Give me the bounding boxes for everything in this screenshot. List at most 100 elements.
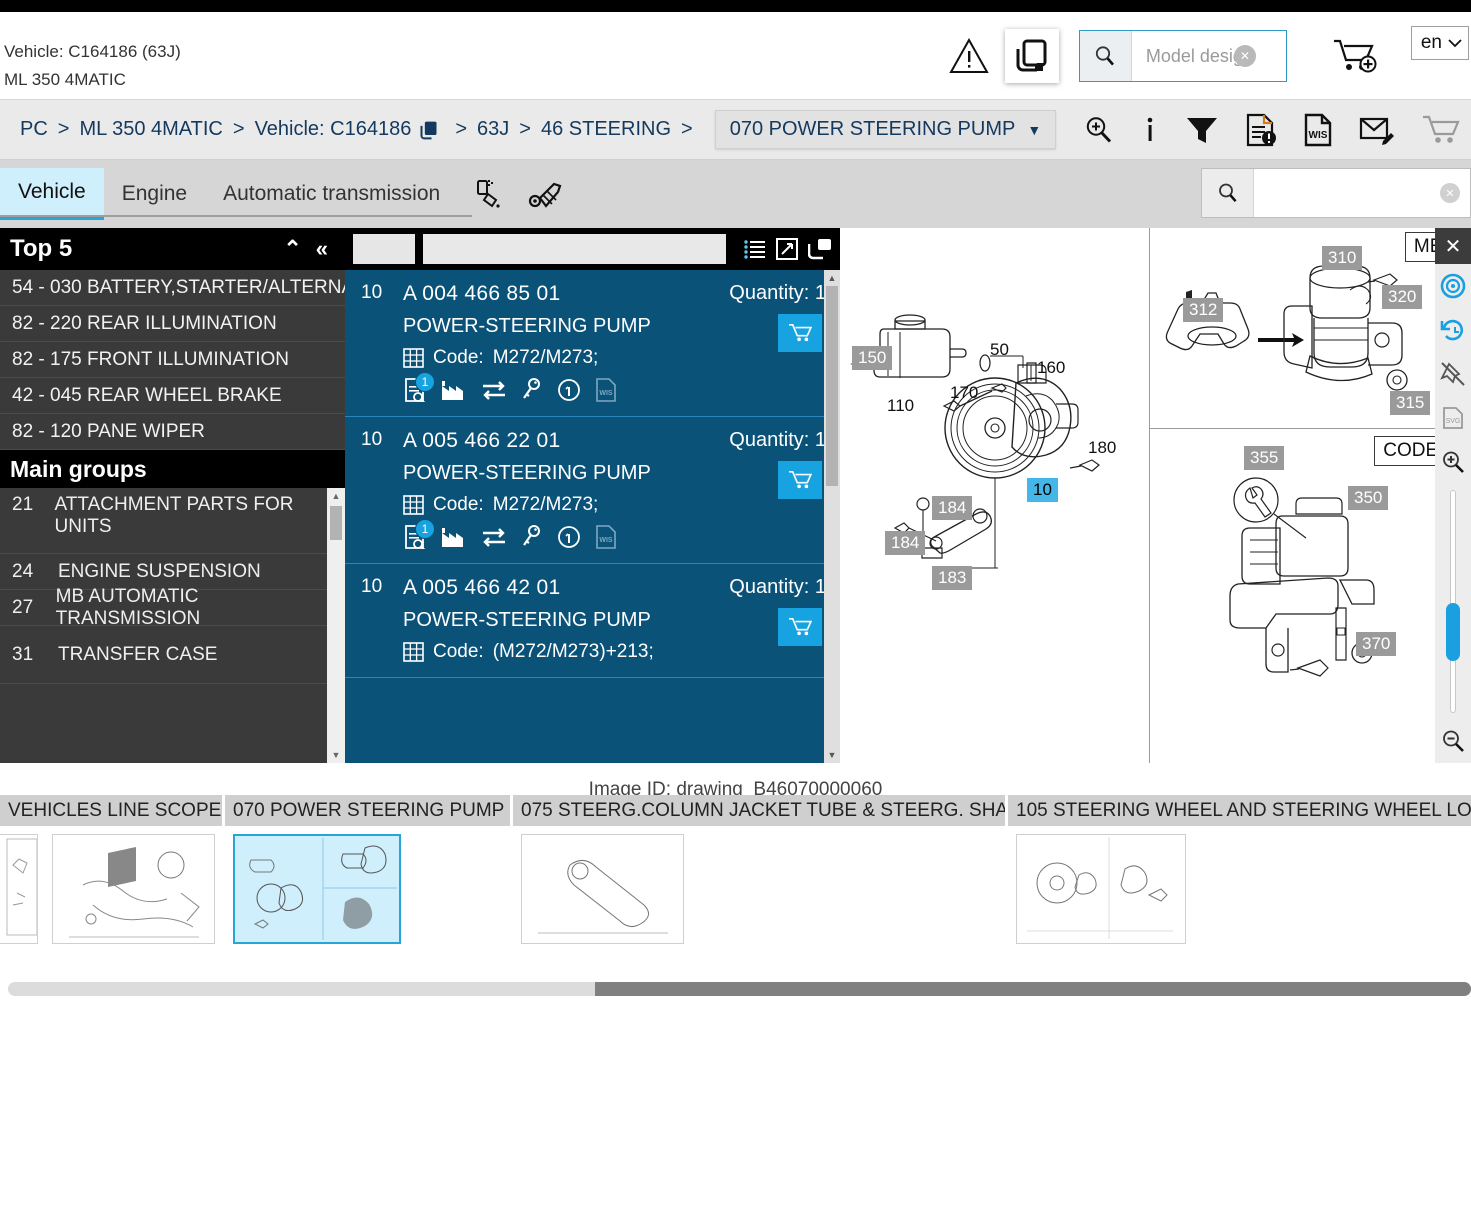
table-grid-icon[interactable] xyxy=(403,642,424,662)
drawing-pane-left[interactable]: 150 110 50 160 170 180 10 184 184 183 xyxy=(840,228,1150,763)
drawing-viewport[interactable]: 150 110 50 160 170 180 10 184 184 183 xyxy=(840,228,1471,763)
tab-vehicle[interactable]: Vehicle xyxy=(0,168,104,220)
warning-triangle-icon[interactable] xyxy=(941,28,997,84)
global-search-input-wrap[interactable]: ✕ xyxy=(1254,169,1470,217)
table-grid-icon[interactable] xyxy=(403,348,424,368)
thumb-group-header-steering-column[interactable]: 075 STEERG.COLUMN JACKET TUBE & STEERG. … xyxy=(513,795,1008,826)
tab-automatic-transmission[interactable]: Automatic transmission xyxy=(205,168,458,220)
list-view-icon[interactable] xyxy=(744,239,766,259)
top5-item-1[interactable]: 82 - 220 REAR ILLUMINATION xyxy=(0,306,345,342)
breadcrumb-item-63j[interactable]: 63J xyxy=(477,118,509,141)
wis-icon[interactable]: WIS xyxy=(595,525,617,549)
breadcrumb-item-pc[interactable]: PC xyxy=(20,118,48,141)
thumb-group-header-steering-wheel[interactable]: 105 STEERING WHEEL AND STEERING WHEEL LO… xyxy=(1008,795,1471,826)
parts-filter-input[interactable] xyxy=(423,234,726,264)
thumbnail-card[interactable] xyxy=(52,834,215,944)
thumb-group-header-power-steering-pump[interactable]: 070 POWER STEERING PUMP xyxy=(225,795,513,826)
drawing-pane-right[interactable]: 310 320 312 315 355 350 370 ME ( CODE 9 xyxy=(1150,228,1471,763)
part-number[interactable]: A 004 466 85 01 xyxy=(403,282,560,306)
close-icon[interactable]: ✕ xyxy=(1435,228,1471,264)
parts-list-scrollbar[interactable]: ▲ ▼ xyxy=(824,270,840,763)
horizontal-scrollbar[interactable] xyxy=(0,982,1471,996)
factory-icon[interactable] xyxy=(441,526,467,548)
zoom-slider-track[interactable] xyxy=(1450,490,1456,713)
breadcrumb-item-vehicle[interactable]: Vehicle: C164186 xyxy=(255,118,412,141)
info-circle-icon[interactable] xyxy=(557,525,581,549)
key-icon[interactable] xyxy=(521,378,543,402)
double-chevron-left-icon[interactable]: « xyxy=(309,236,335,262)
thumb-group-header-vehicles-line-scope[interactable]: VEHICLES LINE SCOPE xyxy=(0,795,225,826)
part-row[interactable]: 10 A 005 466 42 01 Quantity: 1 POWER-STE… xyxy=(345,564,840,678)
filter-funnel-icon[interactable] xyxy=(1185,114,1219,146)
thumbnail-card-selected[interactable] xyxy=(233,834,401,944)
add-to-cart-button[interactable] xyxy=(778,461,822,499)
model-design-input-wrap[interactable]: Model design ✕ xyxy=(1132,31,1286,81)
chevron-up-icon[interactable]: ⌃ xyxy=(276,236,308,262)
scroll-down-icon[interactable]: ▼ xyxy=(327,747,345,763)
part-row[interactable]: 10 A 005 466 22 01 Quantity: 1 POWER-STE… xyxy=(345,417,840,564)
parts-list-body[interactable]: 10 A 004 466 85 01 Quantity: 1 POWER-STE… xyxy=(345,270,840,763)
top5-item-3[interactable]: 42 - 045 REAR WHEEL BRAKE xyxy=(0,378,345,414)
zoom-slider-handle[interactable] xyxy=(1446,603,1460,661)
wis-icon[interactable]: WIS xyxy=(595,378,617,402)
expand-icon[interactable] xyxy=(776,238,798,260)
zoom-in-icon[interactable] xyxy=(1435,440,1471,484)
model-design-search[interactable]: Model design ✕ xyxy=(1079,30,1287,82)
wis-document-icon[interactable]: WIS xyxy=(1303,113,1333,147)
main-group-item-27[interactable]: 27 MB AUTOMATIC TRANSMISSION xyxy=(0,590,345,626)
zoom-in-icon[interactable] xyxy=(1083,114,1115,146)
global-search-input[interactable] xyxy=(1254,169,1470,217)
add-to-cart-button[interactable] xyxy=(778,608,822,646)
svg-export-icon[interactable]: SVG xyxy=(1435,396,1471,440)
scrollbar-thumb[interactable] xyxy=(826,286,838,486)
cart-icon[interactable] xyxy=(1421,114,1461,146)
scroll-up-icon[interactable]: ▲ xyxy=(824,270,840,286)
breadcrumb-item-steering[interactable]: 46 STEERING xyxy=(541,118,671,141)
target-hotspot-icon[interactable] xyxy=(1435,264,1471,308)
info-circle-icon[interactable] xyxy=(557,378,581,402)
scroll-down-icon[interactable]: ▼ xyxy=(824,747,840,763)
document-alert-icon[interactable] xyxy=(1245,113,1277,147)
breadcrumb-item-model[interactable]: ML 350 4MATIC xyxy=(79,118,222,141)
detach-window-icon[interactable] xyxy=(808,238,832,260)
language-select[interactable]: en xyxy=(1411,26,1469,60)
key-icon[interactable] xyxy=(521,525,543,549)
top5-item-2[interactable]: 82 - 175 FRONT ILLUMINATION xyxy=(0,342,345,378)
part-number[interactable]: A 005 466 22 01 xyxy=(403,429,560,453)
thumbnail-card[interactable] xyxy=(521,834,684,944)
main-groups-scrollbar[interactable]: ▲ ▼ xyxy=(327,488,345,763)
exchange-arrows-icon[interactable] xyxy=(481,526,507,548)
zoom-out-icon[interactable] xyxy=(1435,719,1471,763)
scrollbar-thumb[interactable] xyxy=(595,982,1471,996)
clear-icon[interactable]: ✕ xyxy=(1440,183,1460,203)
top5-item-0[interactable]: 54 - 030 BATTERY,STARTER/ALTERNAT... xyxy=(0,270,345,306)
scroll-up-icon[interactable]: ▲ xyxy=(327,488,345,504)
unpin-icon[interactable] xyxy=(1435,352,1471,396)
scrollbar-thumb[interactable] xyxy=(330,506,342,540)
part-number[interactable]: A 005 466 42 01 xyxy=(403,576,560,600)
copy-documents-icon[interactable] xyxy=(1005,29,1059,83)
oil-can-icon[interactable] xyxy=(474,177,508,211)
info-icon[interactable] xyxy=(1141,114,1159,146)
main-group-item-21[interactable]: 21 ATTACHMENT PARTS FOR UNITS xyxy=(0,488,345,554)
callout-10-highlight[interactable]: 10 xyxy=(1027,478,1058,502)
thumbnail-card[interactable] xyxy=(0,834,38,944)
top5-item-4[interactable]: 82 - 120 PANE WIPER xyxy=(0,414,345,450)
history-undo-icon[interactable] xyxy=(1435,308,1471,352)
breadcrumb-copy-icon[interactable] xyxy=(411,120,445,140)
tab-engine[interactable]: Engine xyxy=(104,168,205,220)
cart-add-icon[interactable] xyxy=(1327,37,1383,75)
table-grid-icon[interactable] xyxy=(403,495,424,515)
tool-bolt-icon[interactable] xyxy=(528,177,564,211)
breadcrumb-active-dropdown[interactable]: 070 POWER STEERING PUMP ▼ xyxy=(715,110,1056,149)
clear-icon[interactable]: ✕ xyxy=(1234,45,1256,67)
global-search[interactable]: ✕ xyxy=(1201,168,1471,218)
parts-header-left-box[interactable] xyxy=(353,234,415,264)
zoom-slider[interactable] xyxy=(1446,490,1460,713)
exchange-arrows-icon[interactable] xyxy=(481,379,507,401)
add-to-cart-button[interactable] xyxy=(778,314,822,352)
factory-icon[interactable] xyxy=(441,379,467,401)
main-group-item-31[interactable]: 31 TRANSFER CASE xyxy=(0,626,345,684)
part-row[interactable]: 10 A 004 466 85 01 Quantity: 1 POWER-STE… xyxy=(345,270,840,417)
thumbnail-card[interactable] xyxy=(1016,834,1186,944)
